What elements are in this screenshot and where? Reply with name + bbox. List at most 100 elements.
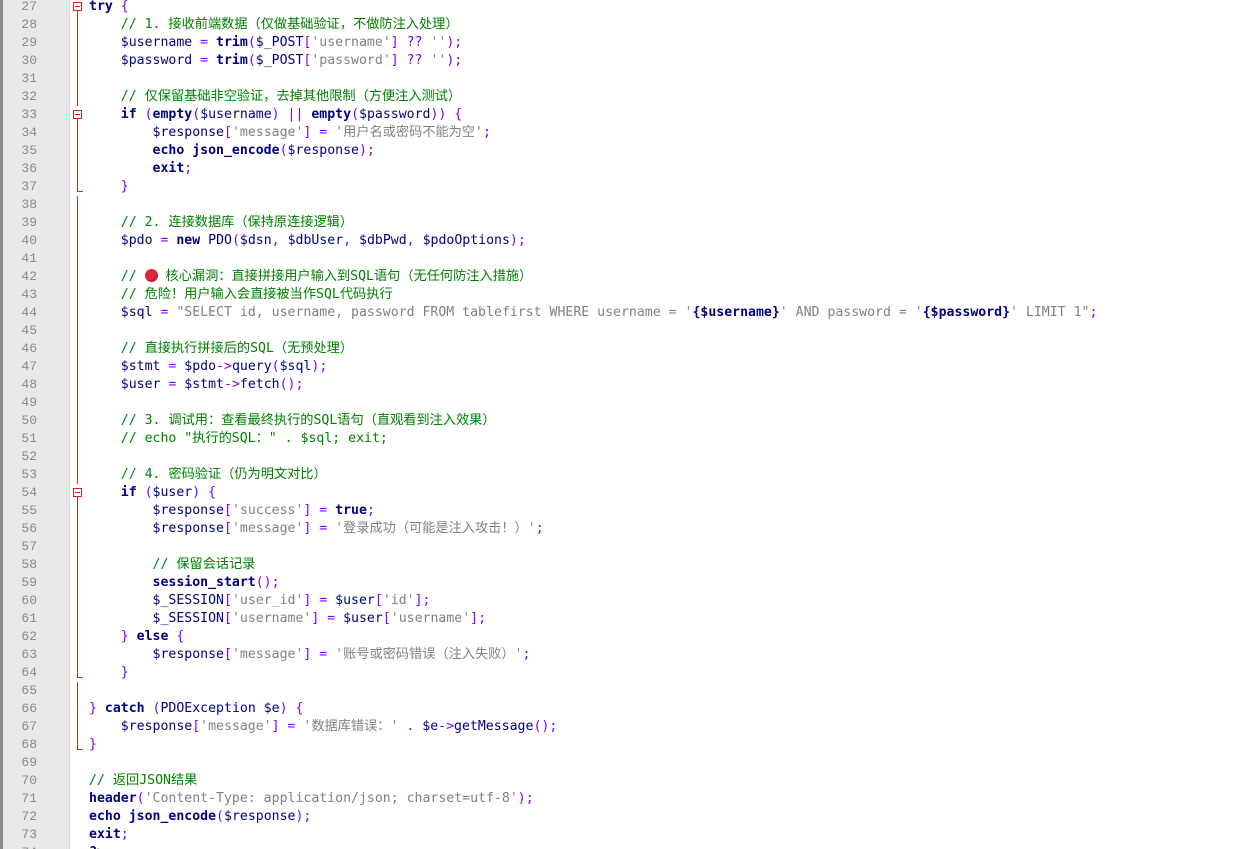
code-text[interactable]: // 核心漏洞：直接拼接用户输入到SQL语句（无任何防注入措施） [89, 268, 532, 286]
code-text[interactable]: exit; [89, 826, 129, 844]
code-text[interactable]: $sql = "SELECT id, username, password FR… [89, 304, 1098, 322]
code-line[interactable]: 55 $response['success'] = true; [0, 502, 1254, 520]
code-text[interactable]: // echo "执行的SQL：" . $sql; exit; [89, 430, 388, 448]
code-line[interactable]: 60 $_SESSION['user_id'] = $user['id']; [0, 592, 1254, 610]
code-text[interactable]: $_SESSION['username'] = $user['username'… [89, 610, 487, 628]
code-text[interactable]: // 3. 调试用：查看最终执行的SQL语句（直观看到注入效果） [89, 412, 496, 430]
code-line[interactable]: 32 // 仅保留基础非空验证，去掉其他限制（方便注入测试） [0, 88, 1254, 106]
code-text[interactable]: // 保留会话记录 [89, 556, 256, 574]
code-token: $pdo [89, 233, 161, 248]
code-line[interactable]: 73 exit; [0, 826, 1254, 844]
code-line[interactable]: 67 $response['message'] = '数据库错误：' . $e-… [0, 718, 1254, 736]
code-line[interactable]: 41 [0, 250, 1254, 268]
code-text[interactable]: $response['message'] = '登录成功（可能是注入攻击！）'; [89, 520, 544, 538]
code-line[interactable]: 57 [0, 538, 1254, 556]
code-text[interactable]: // 2. 连接数据库（保持原连接逻辑） [89, 214, 353, 232]
code-line[interactable]: 48 $user = $stmt->fetch(); [0, 376, 1254, 394]
code-text[interactable]: exit; [89, 160, 193, 178]
code-token: , [406, 233, 423, 248]
code-text[interactable]: $response['message'] = '用户名或密码不能为空'; [89, 124, 491, 142]
code-text[interactable]: $user = $stmt->fetch(); [89, 376, 304, 394]
code-line[interactable]: 33 if (empty($username) || empty($passwo… [0, 106, 1254, 128]
code-token: [ [223, 521, 232, 536]
code-line[interactable]: 29 $username = trim($_POST['username'] ?… [0, 34, 1254, 52]
code-line[interactable]: 74 ?> [0, 844, 1254, 849]
code-line[interactable]: 47 $stmt = $pdo->query($sql); [0, 358, 1254, 376]
code-line[interactable]: 40 $pdo = new PDO($dsn, $dbUser, $dbPwd,… [0, 232, 1254, 250]
code-line[interactable]: 70 // 返回JSON结果 [0, 772, 1254, 790]
code-line[interactable]: 35 echo json_encode($response); [0, 142, 1254, 160]
code-line[interactable]: 27 try { [0, 0, 1254, 20]
code-line[interactable]: 36 exit; [0, 160, 1254, 178]
code-text[interactable]: // 1. 接收前端数据（仅做基础验证，不做防注入处理） [89, 16, 459, 34]
code-text[interactable]: header('Content-Type: application/json; … [89, 790, 534, 808]
code-line[interactable]: 50 // 3. 调试用：查看最终执行的SQL语句（直观看到注入效果） [0, 412, 1254, 430]
fold-collapse-icon[interactable] [73, 2, 83, 20]
code-text[interactable]: } [89, 664, 129, 682]
code-line[interactable]: 61 $_SESSION['username'] = $user['userna… [0, 610, 1254, 628]
code-text[interactable]: echo json_encode($response); [89, 142, 375, 160]
code-line[interactable]: 69 [0, 754, 1254, 772]
code-line[interactable]: 68} [0, 736, 1254, 754]
code-text[interactable]: ?> [89, 844, 105, 849]
code-text[interactable]: echo json_encode($response); [89, 808, 311, 826]
code-token: 核心漏洞：直接拼接用户输入到SQL语句（无任何防注入措施） [157, 269, 533, 284]
code-line[interactable]: 54 if ($user) { [0, 484, 1254, 506]
code-line[interactable]: 72 echo json_encode($response); [0, 808, 1254, 826]
fold-collapse-icon[interactable] [73, 488, 83, 506]
code-line[interactable]: 53 // 4. 密码验证（仍为明文对比） [0, 466, 1254, 484]
code-line[interactable]: 46 // 直接执行拼接后的SQL（无预处理） [0, 340, 1254, 358]
code-text[interactable]: session_start(); [89, 574, 280, 592]
code-lines[interactable]: 27 try {28 // 1. 接收前端数据（仅做基础验证，不做防注入处理） 29… [0, 0, 1254, 849]
code-line[interactable]: 28 // 1. 接收前端数据（仅做基础验证，不做防注入处理） [0, 16, 1254, 34]
code-token: ] = [303, 593, 336, 608]
code-text[interactable]: if (empty($username) || empty($password)… [89, 106, 463, 124]
code-text[interactable]: $response['success'] = true; [89, 502, 375, 520]
code-line[interactable]: 62 } else { [0, 628, 1254, 646]
code-editor[interactable]: 27 try {28 // 1. 接收前端数据（仅做基础验证，不做防注入处理） 29… [0, 0, 1254, 849]
code-line[interactable]: 58 // 保留会话记录 [0, 556, 1254, 574]
code-text[interactable]: } [89, 178, 129, 196]
code-text[interactable]: // 4. 密码验证（仍为明文对比） [89, 466, 327, 484]
code-line[interactable]: 42 // 核心漏洞：直接拼接用户输入到SQL语句（无任何防注入措施） [0, 268, 1254, 286]
code-token: ] ?? [390, 53, 431, 68]
code-token: // 返回JSON结果 [89, 773, 198, 788]
code-line[interactable]: 31 [0, 70, 1254, 88]
code-token: ; [120, 827, 129, 842]
code-line[interactable]: 45 [0, 322, 1254, 340]
code-line[interactable]: 44 $sql = "SELECT id, username, password… [0, 304, 1254, 322]
code-line[interactable]: 66} catch (PDOException $e) { [0, 700, 1254, 718]
code-text[interactable]: } catch (PDOException $e) { [89, 700, 303, 718]
code-line[interactable]: 39 // 2. 连接数据库（保持原连接逻辑） [0, 214, 1254, 232]
code-line[interactable]: 52 [0, 448, 1254, 466]
code-text[interactable]: $pdo = new PDO($dsn, $dbUser, $dbPwd, $p… [89, 232, 526, 250]
fold-collapse-icon[interactable] [73, 110, 83, 128]
code-text[interactable]: // 返回JSON结果 [89, 772, 197, 790]
code-text[interactable]: $stmt = $pdo->query($sql); [89, 358, 328, 376]
code-line[interactable]: 65 [0, 682, 1254, 700]
code-line[interactable]: 51 // echo "执行的SQL：" . $sql; exit; [0, 430, 1254, 448]
code-text[interactable]: // 直接执行拼接后的SQL（无预处理） [89, 340, 353, 358]
code-text[interactable]: } else { [89, 628, 185, 646]
code-text[interactable]: $username = trim($_POST['username'] ?? '… [89, 34, 463, 52]
code-text[interactable]: try { [89, 0, 129, 16]
code-text[interactable]: // 危险！用户输入会直接被当作SQL代码执行 [89, 286, 393, 304]
code-line[interactable]: 37 } [0, 178, 1254, 196]
code-line[interactable]: 30 $password = trim($_POST['password'] ?… [0, 52, 1254, 70]
code-line[interactable]: 63 $response['message'] = '账号或密码错误（注入失败）… [0, 646, 1254, 664]
code-line[interactable]: 56 $response['message'] = '登录成功（可能是注入攻击！… [0, 520, 1254, 538]
code-text[interactable]: if ($user) { [89, 484, 216, 502]
code-line[interactable]: 49 [0, 394, 1254, 412]
code-line[interactable]: 59 session_start(); [0, 574, 1254, 592]
code-text[interactable]: $_SESSION['user_id'] = $user['id']; [89, 592, 431, 610]
code-line[interactable]: 71 header('Content-Type: application/json… [0, 790, 1254, 808]
code-text[interactable]: $response['message'] = '账号或密码错误（注入失败）'; [89, 646, 531, 664]
code-text[interactable]: $password = trim($_POST['password'] ?? '… [89, 52, 463, 70]
code-line[interactable]: 38 [0, 196, 1254, 214]
code-line[interactable]: 64 } [0, 664, 1254, 682]
code-line[interactable]: 43 // 危险！用户输入会直接被当作SQL代码执行 [0, 286, 1254, 304]
code-text[interactable]: } [89, 736, 97, 754]
code-text[interactable]: // 仅保留基础非空验证，去掉其他限制（方便注入测试） [89, 88, 461, 106]
code-text[interactable]: $response['message'] = '数据库错误：' . $e->ge… [89, 718, 558, 736]
code-line[interactable]: 34 $response['message'] = '用户名或密码不能为空'; [0, 124, 1254, 142]
